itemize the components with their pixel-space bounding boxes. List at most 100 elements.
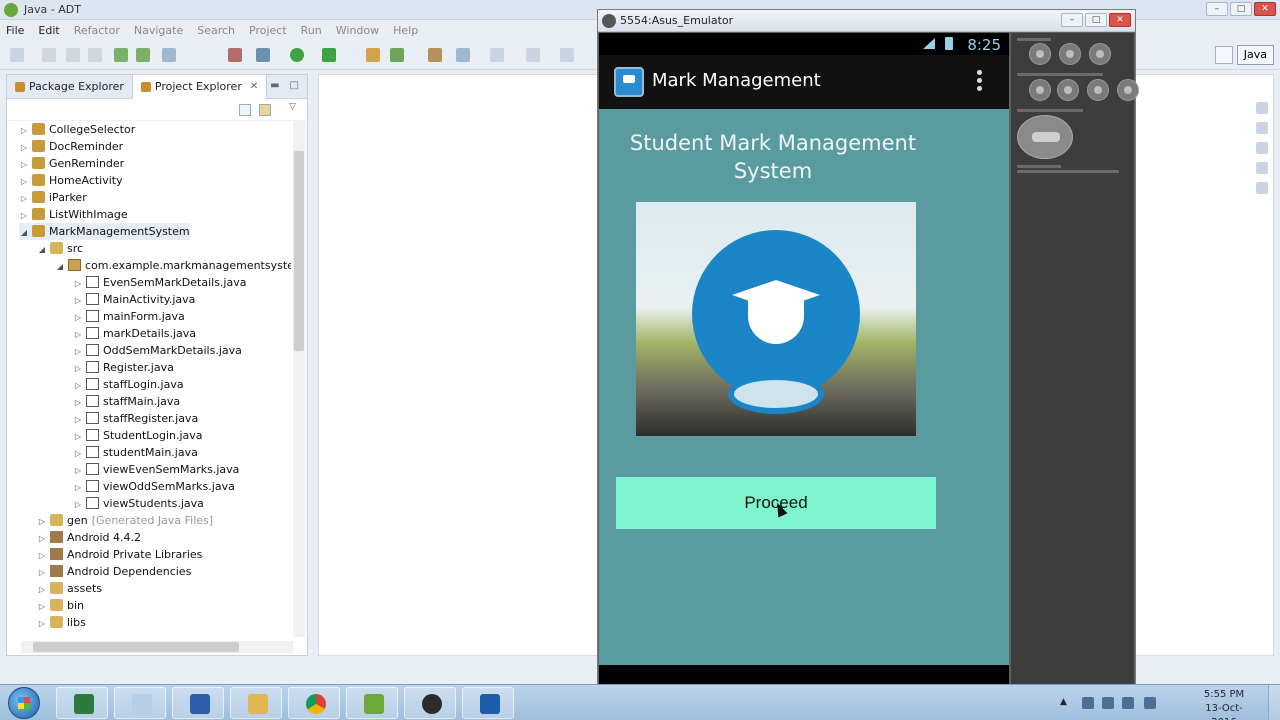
tree-item[interactable]: ▷ ListWithImage [19, 206, 128, 223]
tree-item[interactable]: ▷ staffMain.java [73, 393, 180, 410]
taskbar-excel[interactable] [56, 687, 108, 719]
tree-item[interactable]: ▷ Android 4.4.2 [37, 529, 141, 546]
collapsed-triangle-icon[interactable]: ▷ [37, 513, 47, 530]
close-button[interactable]: ✕ [1254, 2, 1276, 16]
expanded-triangle-icon[interactable]: ◢ [55, 258, 65, 275]
menu-edit[interactable]: Edit [38, 24, 59, 37]
tree-item[interactable]: ◢ com.example.markmanagementsystem [55, 257, 291, 274]
horizontal-scroll-thumb[interactable] [33, 642, 239, 652]
menu-window[interactable]: Window [336, 24, 379, 37]
open-type-icon[interactable] [428, 48, 442, 62]
expanded-triangle-icon[interactable]: ◢ [19, 224, 29, 241]
show-desktop-button[interactable] [1268, 685, 1280, 720]
external-tools-icon[interactable] [322, 48, 336, 62]
collapsed-triangle-icon[interactable]: ▷ [19, 173, 29, 190]
annotation-next-icon[interactable] [490, 48, 504, 62]
menu-run[interactable]: Run [301, 24, 322, 37]
vertical-scroll-thumb[interactable] [294, 151, 304, 351]
run-icon[interactable] [290, 48, 304, 62]
outline-icon[interactable] [1256, 102, 1268, 114]
view-menu-icon[interactable]: ▽ [289, 102, 296, 112]
collapsed-triangle-icon[interactable]: ▷ [37, 598, 47, 615]
dpad-control[interactable] [1017, 115, 1073, 159]
save-all-icon[interactable] [66, 48, 80, 62]
start-button[interactable] [8, 687, 40, 719]
tree-item[interactable]: ▷ GenReminder [19, 155, 124, 172]
taskbar-emulator[interactable] [462, 687, 514, 719]
search-icon[interactable] [456, 48, 470, 62]
collapsed-triangle-icon[interactable]: ▷ [19, 190, 29, 207]
tree-item[interactable]: ▷ Android Private Libraries [37, 546, 202, 563]
tree-item[interactable]: ▷ staffRegister.java [73, 410, 198, 427]
emulator-minimize-button[interactable]: – [1061, 13, 1083, 27]
taskbar-adt[interactable] [404, 687, 456, 719]
back-button[interactable] [1087, 79, 1109, 101]
tree-item[interactable]: ▷ viewOddSemMarks.java [73, 478, 235, 495]
problems-icon[interactable] [1256, 142, 1268, 154]
tree-horizontal-scrollbar[interactable] [21, 641, 293, 653]
tree-item[interactable]: ▷ StudentLogin.java [73, 427, 203, 444]
tree-item[interactable]: ▷ mainForm.java [73, 308, 185, 325]
tree-item[interactable]: ▷ studentMain.java [73, 444, 198, 461]
home-button[interactable] [1029, 79, 1051, 101]
collapse-all-icon[interactable] [239, 104, 251, 116]
tree-item[interactable]: ◢ src [37, 240, 83, 257]
collapsed-triangle-icon[interactable]: ▷ [19, 139, 29, 156]
debug-icon[interactable] [228, 48, 242, 62]
menu-button[interactable] [1057, 79, 1079, 101]
taskbar-editor[interactable] [346, 687, 398, 719]
network-icon[interactable] [1122, 697, 1134, 709]
display-icon[interactable] [1144, 697, 1156, 709]
expanded-triangle-icon[interactable]: ◢ [37, 241, 47, 258]
tree-item[interactable]: ▷ viewEvenSemMarks.java [73, 461, 239, 478]
tree-item[interactable]: ▷ staffLogin.java [73, 376, 184, 393]
collapsed-triangle-icon[interactable]: ▷ [37, 615, 47, 632]
new-java-class-icon[interactable] [366, 48, 380, 62]
save-icon[interactable] [42, 48, 56, 62]
collapsed-triangle-icon[interactable]: ▷ [37, 547, 47, 564]
taskbar-chrome[interactable] [288, 687, 340, 719]
menu-help[interactable]: Help [393, 24, 418, 37]
tree-vertical-scrollbar[interactable] [293, 121, 305, 637]
tree-item[interactable]: ▷ assets [37, 580, 102, 597]
tree-item[interactable]: ▷ viewStudents.java [73, 495, 204, 512]
tree-item[interactable]: ▷ gen [Generated Java Files] [37, 512, 213, 529]
collapsed-triangle-icon[interactable]: ▷ [37, 564, 47, 581]
menu-search[interactable]: Search [197, 24, 235, 37]
link-with-editor-icon[interactable] [259, 104, 271, 116]
collapsed-triangle-icon[interactable]: ▷ [37, 530, 47, 547]
minimize-button[interactable]: – [1206, 2, 1228, 16]
volume-down-button[interactable] [1029, 43, 1051, 65]
new-icon[interactable] [10, 48, 24, 62]
android-sdk-icon[interactable] [114, 48, 128, 62]
menu-navigate[interactable]: Navigate [134, 24, 183, 37]
taskbar-clock[interactable]: 5:55 PM 13-Oct-2016 [1194, 688, 1254, 720]
minimize-panel-icon[interactable]: ▬ [270, 80, 279, 91]
power-button[interactable] [1089, 43, 1111, 65]
search-button[interactable] [1117, 79, 1139, 101]
tree-item[interactable]: ▷ MainActivity.java [73, 291, 195, 308]
avd-manager-icon[interactable] [136, 48, 150, 62]
tree-item[interactable]: ▷ HomeActivity [19, 172, 123, 189]
menu-refactor[interactable]: Refactor [74, 24, 120, 37]
emulator-maximize-button[interactable]: □ [1085, 13, 1107, 27]
java-perspective-button[interactable]: Java [1236, 45, 1274, 65]
annotation-prev-icon[interactable] [526, 48, 540, 62]
bug-icon[interactable] [256, 48, 270, 62]
maximize-button[interactable]: □ [1230, 2, 1252, 16]
tree-item[interactable]: ▷ markDetails.java [73, 325, 196, 342]
tree-item[interactable]: ▷ Register.java [73, 359, 174, 376]
tab-package-explorer[interactable]: Package Explorer [7, 75, 132, 99]
show-hidden-icons-icon[interactable]: ▲ [1060, 697, 1072, 709]
lint-icon[interactable] [162, 48, 176, 62]
tree-item[interactable]: ▷ DocReminder [19, 138, 123, 155]
tree-item[interactable]: ▷ iParker [19, 189, 87, 206]
console-icon[interactable] [1256, 162, 1268, 174]
tree-item[interactable]: ▷ libs [37, 614, 86, 631]
collapsed-triangle-icon[interactable]: ▷ [19, 207, 29, 224]
tree-item[interactable]: ▷ bin [37, 597, 84, 614]
menu-file[interactable]: File [6, 24, 24, 37]
overflow-menu-icon[interactable] [977, 70, 983, 94]
tree-item[interactable]: ▷ EvenSemMarkDetails.java [73, 274, 246, 291]
new-package-icon[interactable] [390, 48, 404, 62]
